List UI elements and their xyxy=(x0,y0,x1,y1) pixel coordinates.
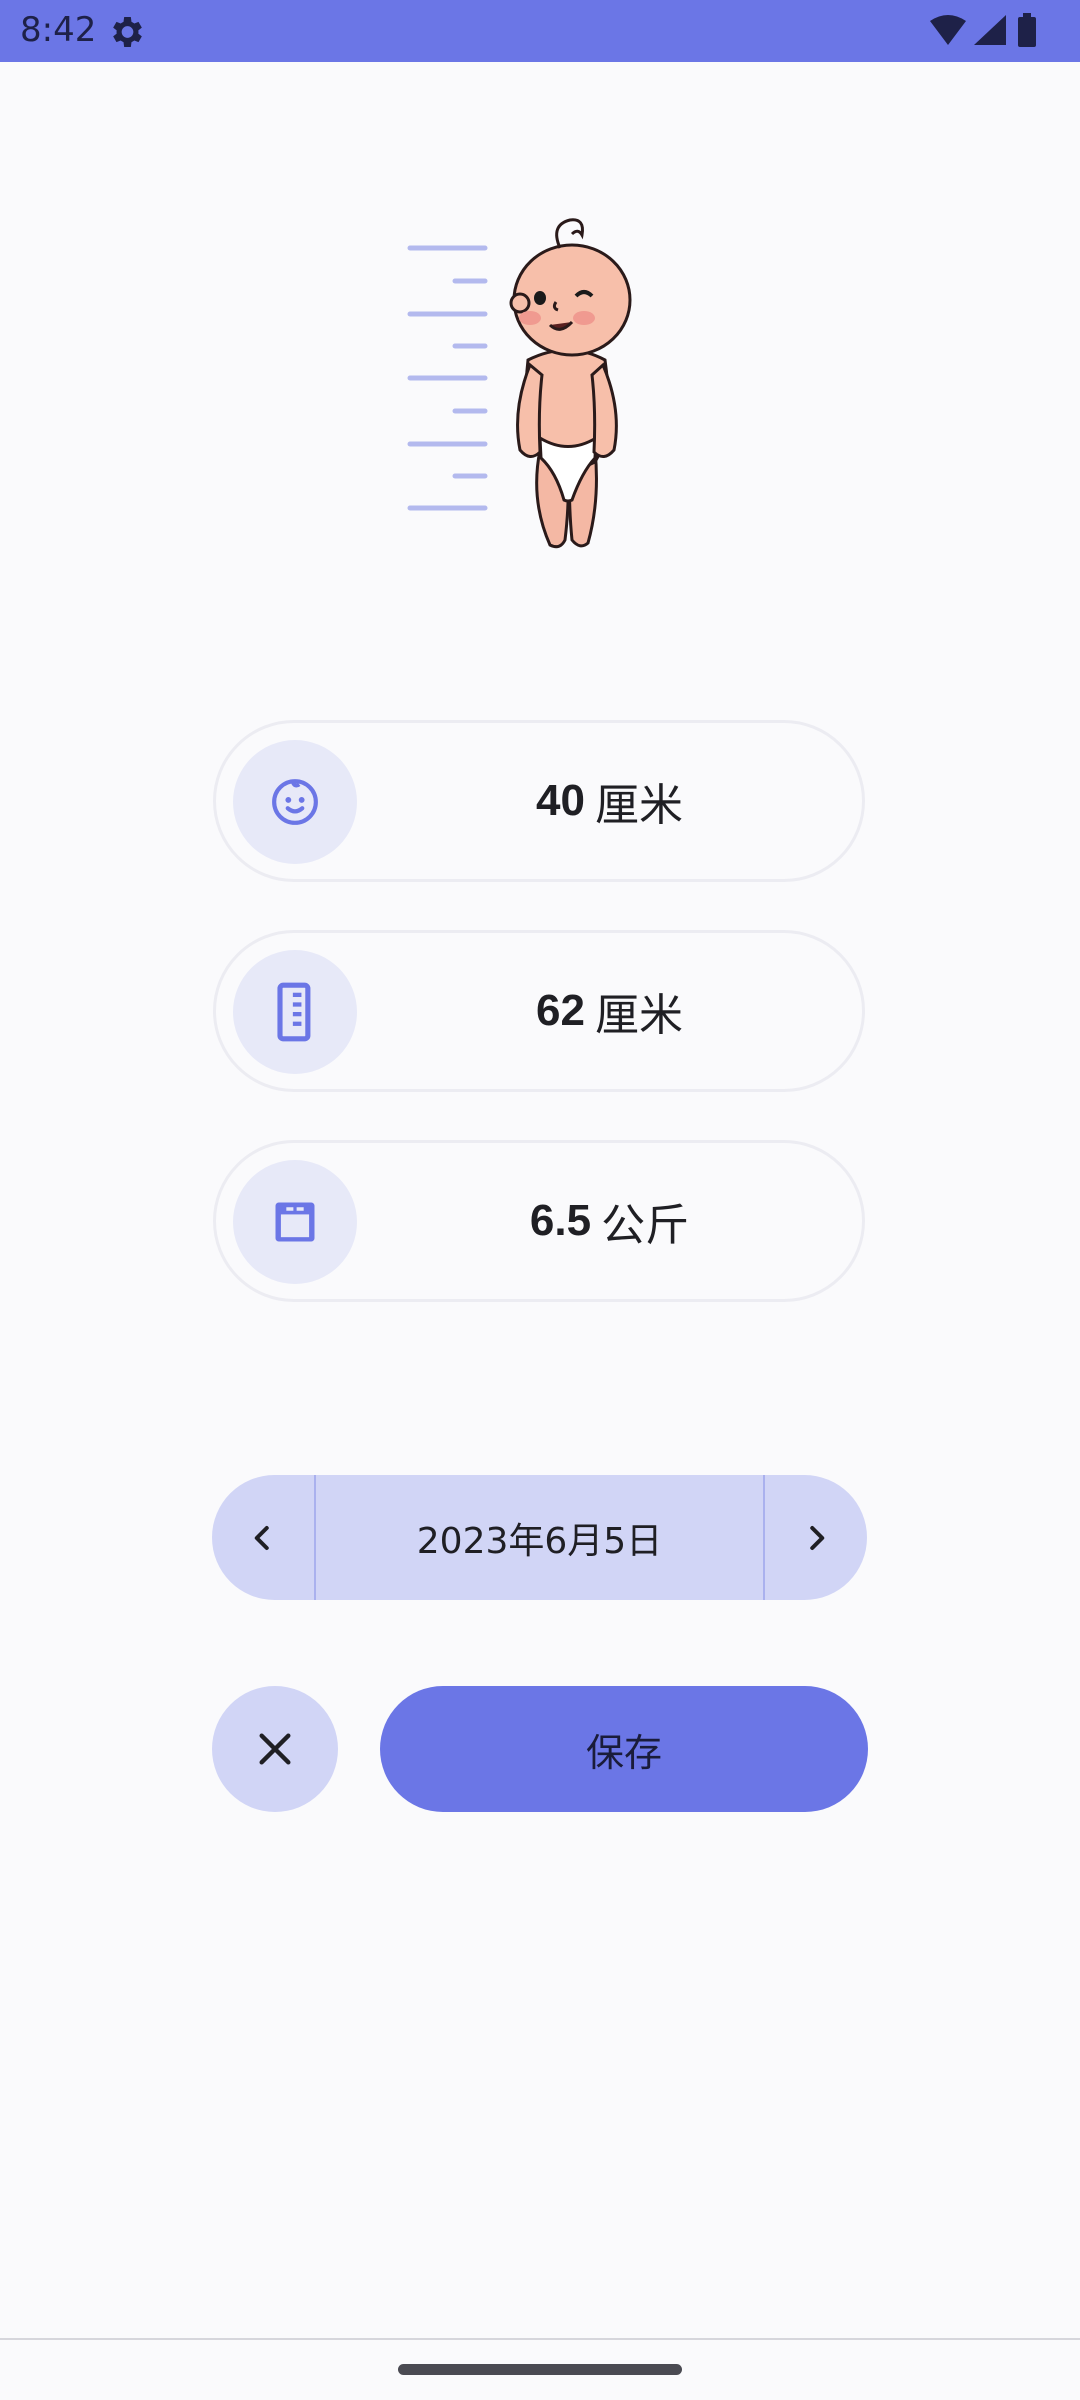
weight-card[interactable]: 6.5 公斤 xyxy=(213,1140,865,1302)
save-button[interactable]: 保存 xyxy=(380,1686,868,1812)
weight-value: 6.5 公斤 xyxy=(357,1143,862,1299)
head-circumference-card[interactable]: 40 厘米 xyxy=(213,720,865,882)
chevron-left-icon xyxy=(254,1525,269,1550)
next-date-button[interactable] xyxy=(763,1475,867,1600)
measure-number: 40 xyxy=(536,776,585,825)
signal-icon xyxy=(974,15,1006,45)
height-value: 62 厘米 xyxy=(357,933,862,1089)
wifi-icon xyxy=(930,15,966,45)
head-circumference-value: 40 厘米 xyxy=(357,723,862,879)
previous-date-button[interactable] xyxy=(212,1475,316,1600)
settings-gear-icon xyxy=(106,12,146,57)
close-icon xyxy=(259,1733,291,1765)
baby-face-icon xyxy=(233,740,357,864)
measure-unit: 厘米 xyxy=(594,780,683,831)
measure-number: 62 xyxy=(536,986,585,1035)
status-time: 8:42 xyxy=(20,10,97,50)
measure-number: 6.5 xyxy=(529,1196,592,1245)
ruler-icon xyxy=(233,950,357,1074)
cancel-button[interactable] xyxy=(212,1686,338,1812)
ruler-lines xyxy=(407,245,488,511)
nav-divider xyxy=(0,2338,1080,2340)
status-icons xyxy=(930,13,1050,54)
height-card[interactable]: 62 厘米 xyxy=(213,930,865,1092)
status-bar: 8:42 xyxy=(0,0,1080,62)
measure-unit: 公斤 xyxy=(601,1200,690,1251)
scale-icon xyxy=(233,1160,357,1284)
date-label[interactable]: 2023年6月5日 xyxy=(316,1475,763,1600)
measure-unit: 厘米 xyxy=(594,990,683,1041)
chevron-right-icon xyxy=(810,1525,825,1550)
home-indicator[interactable] xyxy=(398,2364,682,2375)
battery-icon xyxy=(1018,13,1036,47)
date-selector: 2023年6月5日 xyxy=(212,1475,867,1600)
baby-height-chart-illustration xyxy=(400,200,660,560)
